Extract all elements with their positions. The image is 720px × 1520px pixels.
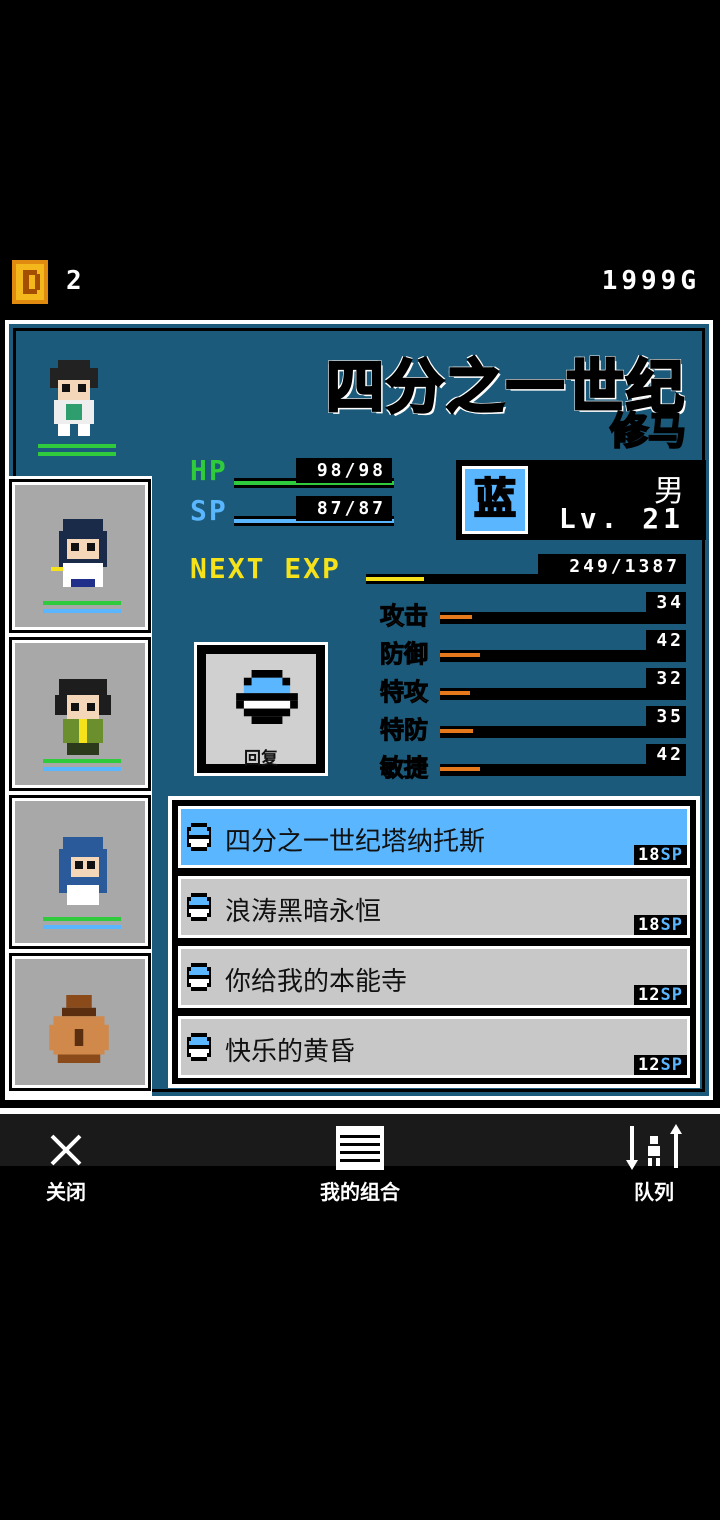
character-sprite-3: [55, 679, 111, 755]
gold-amount: 1999G: [601, 266, 700, 296]
skill-cost: 18SP: [634, 915, 687, 935]
character-sprite-2: [51, 519, 107, 587]
attribute-value: 32: [646, 668, 686, 690]
skill-cost: 18SP: [634, 845, 687, 865]
formation-icon: [626, 1124, 682, 1170]
party-slot-2[interactable]: [9, 479, 151, 633]
attribute-value: 42: [646, 630, 686, 652]
attribute-bar-fill: [440, 653, 480, 657]
skill-list: 四分之一世纪塔纳托斯 18SP 浪涛黑暗永恒 18SP 你给我的本能寺 12SP 快乐的黄昏…: [168, 796, 700, 1088]
level: Lv. 21: [558, 502, 684, 535]
queue-button[interactable]: 队列: [594, 1122, 714, 1204]
my-combo-label: 我的组合: [320, 1180, 400, 1204]
recover-label: 回复: [244, 749, 278, 769]
attribute-bar-fill: [440, 729, 473, 733]
list-icon: [336, 1126, 384, 1170]
recover-button[interactable]: 回复: [194, 642, 328, 776]
skill-item[interactable]: 快乐的黄昏 12SP: [176, 1014, 692, 1080]
item-bag-slot[interactable]: [9, 953, 151, 1091]
skill-name: 四分之一世纪塔纳托斯: [225, 827, 486, 857]
skill-name: 浪涛黑暗永恒: [225, 897, 382, 927]
attribute-label: 特攻: [380, 678, 429, 707]
skill-cost-value: 12: [638, 1055, 661, 1075]
sp-bar: [43, 609, 121, 613]
attribute-bar-fill: [440, 615, 472, 619]
hp-bar: [43, 759, 121, 763]
skill-cost-unit: SP: [660, 915, 683, 935]
attribute-bar-fill: [440, 691, 470, 695]
skill-type-icon: [187, 893, 211, 921]
character-sprite-4: [59, 837, 107, 905]
skill-item[interactable]: 你给我的本能寺 12SP: [176, 944, 692, 1010]
skill-cost-value: 18: [638, 845, 661, 865]
type-badge: 蓝: [462, 466, 528, 534]
skill-name: 快乐的黄昏: [225, 1037, 356, 1067]
skill-type-icon: [187, 1033, 211, 1061]
queue-label: 队列: [634, 1180, 674, 1204]
hp-value: 98/98: [296, 458, 392, 483]
skill-type-icon: [187, 963, 211, 991]
skill-item[interactable]: 四分之一世纪塔纳托斯 18SP: [176, 804, 692, 870]
skill-cost-unit: SP: [660, 985, 683, 1005]
character-subtitle: 修马: [609, 408, 687, 454]
sp-value: 87/87: [296, 496, 392, 521]
coin-count: 2: [66, 266, 84, 296]
attribute-value: 42: [646, 744, 686, 766]
sp-bar: [43, 767, 121, 771]
exp-value: 249/1387: [538, 554, 686, 579]
skill-cost-unit: SP: [660, 845, 683, 865]
attribute-label: 攻击: [380, 602, 429, 631]
skill-cost-value: 18: [638, 915, 661, 935]
hp-label: HP: [190, 454, 228, 487]
attribute-label: 敏捷: [380, 754, 429, 783]
skill-type-icon: [187, 823, 211, 851]
close-label: 关闭: [46, 1180, 86, 1204]
hp-bar: [43, 601, 121, 605]
party-slot-3[interactable]: [9, 637, 151, 791]
my-combo-button[interactable]: 我的组合: [300, 1122, 420, 1204]
sp-label: SP: [190, 494, 228, 527]
sp-bar: [43, 925, 121, 929]
skill-cost-unit: SP: [660, 1055, 683, 1075]
attribute-bar-fill: [440, 767, 480, 771]
close-button[interactable]: 关闭: [6, 1122, 126, 1204]
attribute-value: 34: [646, 592, 686, 614]
party-slot-1[interactable]: [16, 330, 152, 470]
coin-icon: [12, 260, 48, 304]
bag-icon: [49, 995, 109, 1063]
sp-bar: [38, 452, 116, 456]
character-sprite-1: [50, 360, 98, 436]
attribute-label: 特防: [380, 716, 429, 745]
skill-cost: 12SP: [634, 1055, 687, 1075]
exp-label: NEXT EXP: [190, 552, 341, 585]
exp-bar-fill: [366, 577, 424, 581]
skill-cost-value: 12: [638, 985, 661, 1005]
skill-name: 你给我的本能寺: [225, 967, 408, 997]
skill-item[interactable]: 浪涛黑暗永恒 18SP: [176, 874, 692, 940]
hp-bar: [38, 444, 116, 448]
attribute-label: 防御: [380, 640, 429, 669]
attribute-value: 35: [646, 706, 686, 728]
hp-bar: [43, 917, 121, 921]
party-slot-4[interactable]: [9, 795, 151, 949]
skill-cost: 12SP: [634, 985, 687, 1005]
recover-icon: [236, 670, 298, 724]
close-icon: [50, 1134, 82, 1166]
